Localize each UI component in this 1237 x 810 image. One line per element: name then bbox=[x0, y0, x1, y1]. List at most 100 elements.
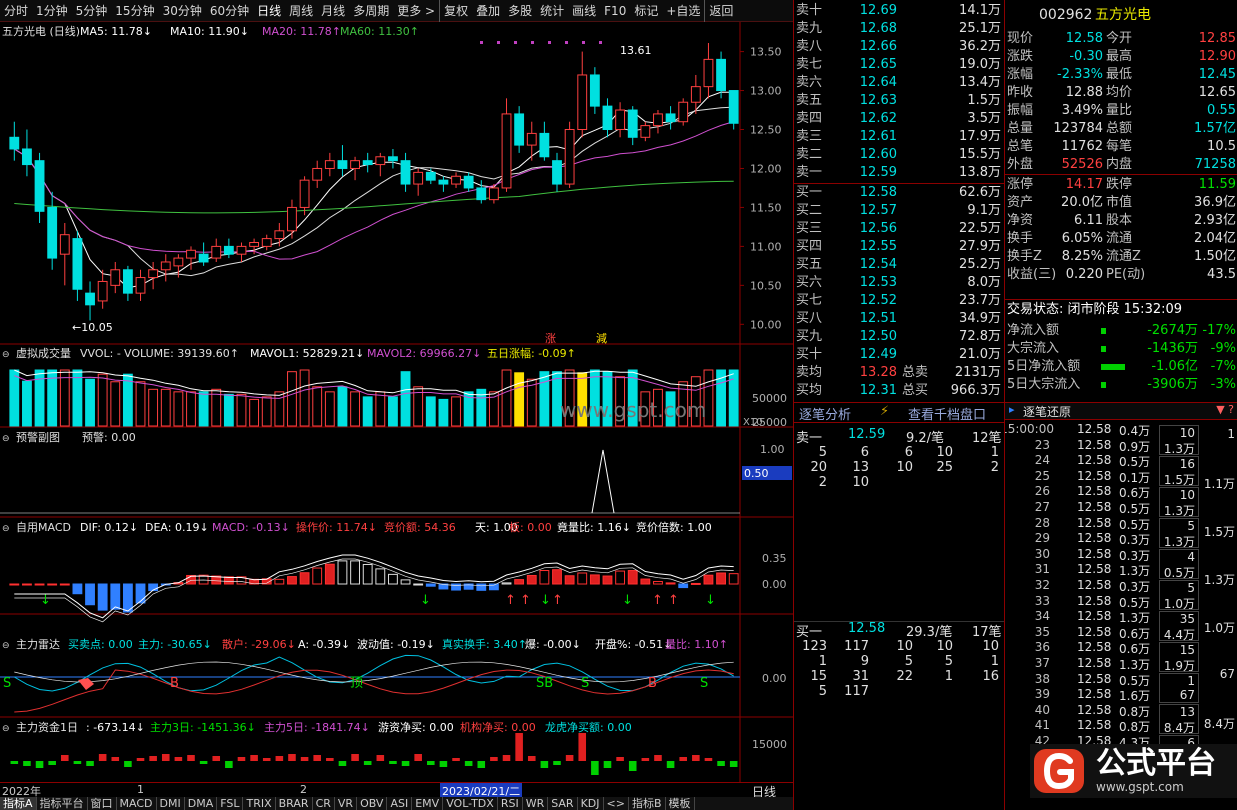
trade-title[interactable]: 逐笔分析 bbox=[799, 404, 851, 423]
toolbar-item-15[interactable]: 画线 bbox=[568, 0, 600, 22]
ask-row-7[interactable]: 卖三 12.61 17.9万 bbox=[794, 128, 1005, 146]
toolbar-item-12[interactable]: 叠加 bbox=[472, 0, 504, 22]
depth-link[interactable]: 查看千档盘口 bbox=[908, 404, 986, 423]
fund-ylabel-0: 15000 bbox=[752, 738, 787, 751]
indicator-tab-20[interactable]: 指标B bbox=[629, 797, 666, 810]
toolbar-item-19[interactable]: 返回 bbox=[704, 0, 737, 22]
info-val-1a: -0.30 bbox=[1069, 49, 1103, 64]
signal-dot bbox=[582, 41, 585, 44]
ask-row-9[interactable]: 卖一 12.59 13.8万 bbox=[794, 164, 1005, 182]
toolbar-item-6[interactable]: 日线 bbox=[253, 0, 285, 22]
indicator-tab-5[interactable]: DMA bbox=[185, 797, 218, 810]
bid-row-3[interactable]: 买四 12.55 27.9万 bbox=[794, 238, 1005, 256]
replay-time-11: 33 bbox=[1034, 593, 1050, 608]
toolbar-item-1[interactable]: 1分钟 bbox=[32, 0, 72, 22]
toolbar-item-8[interactable]: 月线 bbox=[317, 0, 349, 22]
indicator-tab-0[interactable]: 指标A bbox=[0, 797, 37, 810]
macd-bar bbox=[552, 569, 562, 585]
bid-row-4[interactable]: 买五 12.54 25.2万 bbox=[794, 256, 1005, 274]
toolbar-item-3[interactable]: 15分钟 bbox=[111, 0, 158, 22]
trade-analysis-panel: 逐笔分析 ⚡ 查看千档盘口 卖一 12.59 9.2/笔 12笔 5 6 6 10 1 20 13 10 25… bbox=[793, 402, 1005, 810]
replay-title[interactable]: 逐笔还原 bbox=[1023, 403, 1071, 420]
candle bbox=[312, 167, 323, 181]
indicator-tab-12[interactable]: ASI bbox=[387, 797, 413, 810]
flow-value-1: -1436万 bbox=[1147, 341, 1198, 356]
info-val-13a: 0.220 bbox=[1065, 267, 1103, 282]
ask-row-4[interactable]: 卖六 12.64 13.4万 bbox=[794, 74, 1005, 92]
macd-arrow: ↓ bbox=[705, 593, 716, 608]
indicator-tab-2[interactable]: 窗口 bbox=[88, 797, 117, 810]
toolbar-item-5[interactable]: 60分钟 bbox=[206, 0, 253, 22]
bid-row-2[interactable]: 买三 12.56 22.5万 bbox=[794, 220, 1005, 238]
indicator-tab-21[interactable]: 模板 bbox=[666, 797, 695, 810]
ask-row-7-volume: 17.9万 bbox=[959, 129, 1001, 144]
indicator-tab-7[interactable]: TRIX bbox=[243, 797, 276, 810]
toolbar-item-17[interactable]: 标记 bbox=[630, 0, 662, 22]
macd-bar bbox=[337, 560, 348, 585]
toolbar-item-7[interactable]: 周线 bbox=[285, 0, 317, 22]
bid-row-8[interactable]: 买九 12.50 72.8万 bbox=[794, 328, 1005, 346]
ask-row-0-volume: 14.1万 bbox=[959, 3, 1001, 18]
indicator-tab-19[interactable]: <> bbox=[604, 797, 629, 810]
sell1-cell: 20 bbox=[810, 460, 827, 475]
toolbar-item-14[interactable]: 统计 bbox=[536, 0, 568, 22]
chart-pane[interactable]: 13.50 13.00 12.50 12.00 11.50 11.00 10.50 10.00… bbox=[0, 22, 793, 782]
indicator-tab-3[interactable]: MACD bbox=[117, 797, 157, 810]
indicator-tab-8[interactable]: BRAR bbox=[276, 797, 313, 810]
toolbar-item-4[interactable]: 30分钟 bbox=[159, 0, 206, 22]
ask-row-5[interactable]: 卖五 12.63 1.5万 bbox=[794, 92, 1005, 110]
toolbar-item-0[interactable]: 分时 bbox=[0, 0, 32, 22]
ask-row-8[interactable]: 卖二 12.60 15.5万 bbox=[794, 146, 1005, 164]
indicator-tab-6[interactable]: FSL bbox=[217, 797, 244, 810]
bid-row-5-label: 买六 bbox=[796, 275, 823, 290]
fund-bar bbox=[717, 761, 725, 766]
radar-legend-5: 波动值: -0.19↓ bbox=[357, 638, 435, 651]
indicator-tab-4[interactable]: DMI bbox=[157, 797, 185, 810]
macd-bar bbox=[627, 570, 638, 585]
indicator-tab-14[interactable]: VOL-TDX bbox=[443, 797, 498, 810]
indicator-tab-17[interactable]: SAR bbox=[548, 797, 578, 810]
indicator-tab-10[interactable]: VR bbox=[335, 797, 358, 810]
signal-dot bbox=[497, 41, 500, 44]
ask-row-6[interactable]: 卖四 12.62 3.5万 bbox=[794, 110, 1005, 128]
ask-row-1[interactable]: 卖九 12.68 25.1万 bbox=[794, 20, 1005, 38]
toolbar-item-2[interactable]: 5分钟 bbox=[72, 0, 112, 22]
indicator-tab-13[interactable]: EMV bbox=[412, 797, 444, 810]
bid-row-9[interactable]: 买十 12.49 21.0万 bbox=[794, 346, 1005, 364]
ask-row-0[interactable]: 卖十 12.69 14.1万 bbox=[794, 2, 1005, 20]
indicator-tab-15[interactable]: RSI bbox=[498, 797, 523, 810]
bid-row-1[interactable]: 买二 12.57 9.1万 bbox=[794, 202, 1005, 220]
replay-price-14: 12.58 bbox=[1077, 640, 1112, 655]
toolbar-item-11[interactable]: 复权 bbox=[439, 0, 472, 22]
toolbar-item-16[interactable]: F10 bbox=[600, 0, 630, 22]
bid-row-0[interactable]: 买一 12.58 62.6万 bbox=[794, 184, 1005, 202]
volume-bar bbox=[160, 388, 171, 427]
replay-vol-7: 0.3万 bbox=[1119, 533, 1151, 548]
replay-col5-0: 1 bbox=[1227, 427, 1235, 441]
high-price-mark: 13.61 bbox=[620, 44, 652, 57]
toolbar-item-9[interactable]: 多周期 bbox=[349, 0, 393, 22]
fund-bar bbox=[666, 761, 675, 768]
signal-dot bbox=[565, 41, 568, 44]
ask-row-2[interactable]: 卖八 12.66 36.2万 bbox=[794, 38, 1005, 56]
bid-row-7[interactable]: 买八 12.51 34.9万 bbox=[794, 310, 1005, 328]
macd-arrow: ↑ bbox=[520, 593, 531, 608]
indicator-tab-9[interactable]: CR bbox=[313, 797, 335, 810]
candle bbox=[122, 269, 133, 294]
bid-row-6[interactable]: 买七 12.52 23.7万 bbox=[794, 292, 1005, 310]
info-row-8: 涨停 14.17 跌停 11.59 bbox=[1005, 176, 1237, 194]
toolbar-item-18[interactable]: +自选 bbox=[662, 0, 704, 22]
bid-row-5[interactable]: 买六 12.53 8.0万 bbox=[794, 274, 1005, 292]
indicator-tab-18[interactable]: KDJ bbox=[578, 797, 604, 810]
fund-bar bbox=[414, 754, 422, 761]
indicator-tab-11[interactable]: OBV bbox=[357, 797, 388, 810]
info-key-13a: 收益(三) bbox=[1007, 267, 1057, 282]
replay-vol-5: 0.5万 bbox=[1119, 502, 1151, 516]
fund-legend-6: 龙虎净买额: 0.00 bbox=[545, 720, 632, 734]
ask-row-3[interactable]: 卖七 12.65 19.0万 bbox=[794, 56, 1005, 74]
toolbar-item-13[interactable]: 多股 bbox=[504, 0, 536, 22]
fund-bar bbox=[174, 757, 183, 761]
indicator-tab-16[interactable]: WR bbox=[523, 797, 549, 810]
indicator-tab-1[interactable]: 指标平台 bbox=[37, 797, 88, 810]
toolbar-item-10[interactable]: 更多 > bbox=[393, 0, 439, 22]
